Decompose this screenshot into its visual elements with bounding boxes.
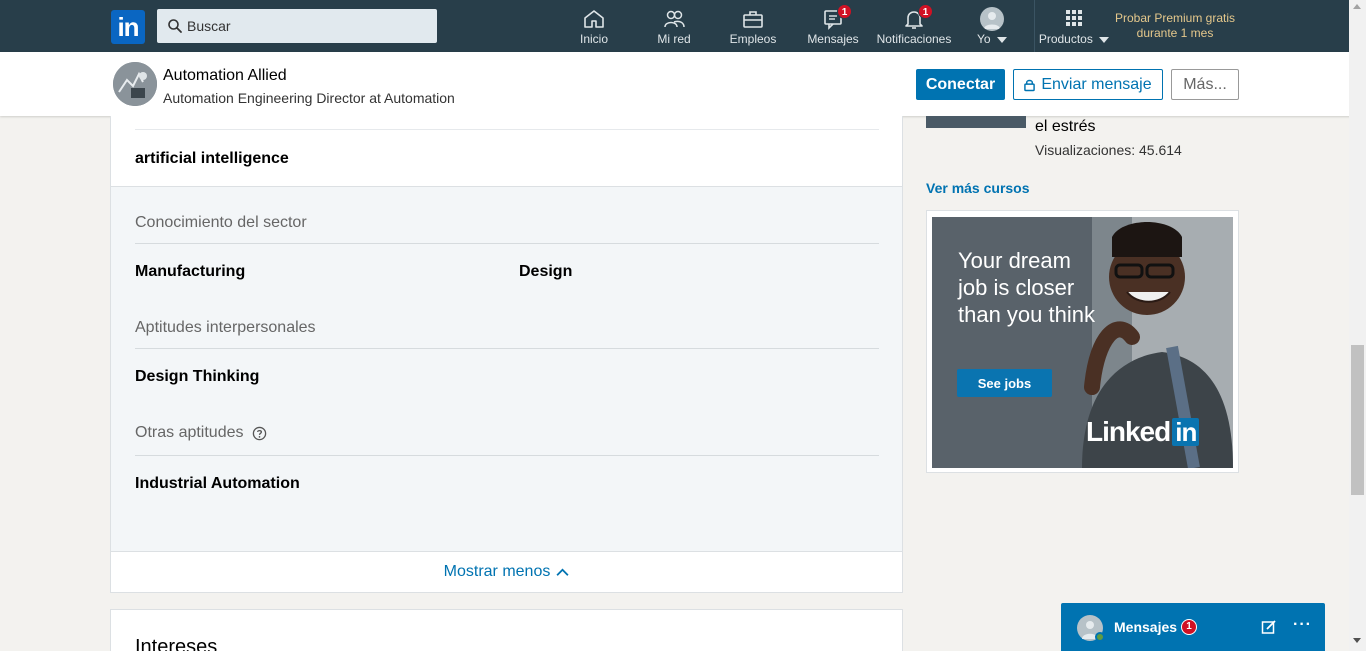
chevron-up-icon xyxy=(556,568,569,576)
more-actions-button[interactable]: Más... xyxy=(1171,69,1239,100)
notifications-badge: 1 xyxy=(918,4,933,19)
nav-divider xyxy=(1034,0,1035,52)
divider xyxy=(135,348,879,349)
nav-label-home: Inicio xyxy=(579,32,608,46)
nav-item-jobs[interactable]: Empleos xyxy=(728,5,778,51)
home-icon xyxy=(584,10,604,28)
messaging-overlay-bar[interactable]: Mensajes 1 ··· xyxy=(1061,603,1325,651)
profile-headline: Automation Engineering Director at Autom… xyxy=(163,90,455,106)
premium-line-1: Probar Premium gratis xyxy=(1114,11,1236,25)
divider xyxy=(135,129,879,130)
search-icon xyxy=(168,19,182,33)
grid-icon xyxy=(1066,10,1082,26)
interests-card: Intereses xyxy=(110,609,903,651)
nav-item-notifications[interactable]: 1 Notificaciones xyxy=(874,4,954,51)
nav-label-products-wrap: Productos xyxy=(1036,32,1112,46)
top-navigation-bar: in Inicio Mi red Empleos xyxy=(0,0,1366,52)
interests-title: Intereses xyxy=(135,636,218,651)
help-icon[interactable] xyxy=(252,426,267,441)
nav-label-me-wrap: Yo xyxy=(972,32,1012,46)
briefcase-icon xyxy=(743,11,763,28)
divider xyxy=(135,243,879,244)
nav-item-network[interactable]: Mi red xyxy=(649,5,699,51)
skill-artificial-intelligence[interactable]: artificial intelligence xyxy=(135,150,289,168)
skills-card: artificial intelligence Conocimiento del… xyxy=(110,116,903,593)
see-more-courses-link[interactable]: Ver más cursos xyxy=(926,180,1030,196)
skill-design[interactable]: Design xyxy=(519,263,572,281)
page-scrollbar[interactable] xyxy=(1349,0,1366,651)
send-message-label: Enviar mensaje xyxy=(1041,75,1152,93)
show-less-label: Mostrar menos xyxy=(443,563,551,580)
ad-image: Your dream job is closer than you think … xyxy=(932,217,1233,468)
category-title-other-skills: Otras aptitudes xyxy=(135,424,267,442)
nav-item-me[interactable]: Yo xyxy=(972,5,1012,51)
nav-label-messages: Mensajes xyxy=(807,32,859,46)
category-title-industry-knowledge: Conocimiento del sector xyxy=(135,214,307,231)
profile-name: Automation Allied xyxy=(163,67,287,84)
compose-icon[interactable] xyxy=(1261,619,1277,635)
profile-photo[interactable] xyxy=(113,62,157,106)
scrollbar-thumb[interactable] xyxy=(1351,345,1364,495)
ad-brand-linked: Linked xyxy=(1086,416,1171,447)
online-status-dot xyxy=(1095,632,1105,642)
show-less-button[interactable]: Mostrar menos xyxy=(111,552,902,592)
linkedin-logo[interactable]: in xyxy=(111,10,145,44)
nav-item-products[interactable]: Productos xyxy=(1036,5,1112,51)
messaging-label: Mensajes xyxy=(1114,619,1178,635)
nav-label-notifications: Notificaciones xyxy=(876,32,952,46)
category-title-other-skills-label: Otras aptitudes xyxy=(135,424,244,441)
course-title[interactable]: el estrés xyxy=(1035,118,1095,136)
chevron-down-icon xyxy=(1099,36,1110,43)
skill-industrial-automation[interactable]: Industrial Automation xyxy=(135,475,300,493)
lock-icon xyxy=(1024,79,1036,91)
divider xyxy=(135,455,879,456)
category-title-interpersonal-skills: Aptitudes interpersonales xyxy=(135,319,316,336)
job-ad-banner[interactable]: Your dream job is closer than you think … xyxy=(926,210,1239,473)
nav-label-products: Productos xyxy=(1038,32,1093,46)
search-input[interactable] xyxy=(187,18,417,34)
nav-item-messages[interactable]: 1 Mensajes xyxy=(806,4,860,51)
skill-design-thinking[interactable]: Design Thinking xyxy=(135,368,259,386)
ad-brand-in: in xyxy=(1172,418,1200,446)
skill-manufacturing[interactable]: Manufacturing xyxy=(135,263,245,281)
more-options-icon[interactable]: ··· xyxy=(1293,616,1312,634)
send-message-button[interactable]: Enviar mensaje xyxy=(1013,69,1163,100)
bell-icon: 1 xyxy=(901,4,933,31)
connect-button[interactable]: Conectar xyxy=(916,69,1005,100)
premium-line-2: durante 1 mes xyxy=(1136,26,1214,40)
messaging-badge: 1 xyxy=(1181,619,1197,635)
nav-label-me: Yo xyxy=(977,32,991,46)
search-box[interactable] xyxy=(157,9,437,43)
network-icon xyxy=(664,10,685,28)
ad-headline: Your dream job is closer than you think xyxy=(958,248,1095,327)
skills-expanded-section: Conocimiento del sector Manufacturing De… xyxy=(111,186,902,552)
see-jobs-button[interactable]: See jobs xyxy=(957,369,1052,397)
nav-label-jobs: Empleos xyxy=(729,32,777,46)
chevron-down-icon xyxy=(996,36,1007,43)
scroll-up-arrow-icon[interactable] xyxy=(1353,4,1361,9)
course-views: Visualizaciones: 45.614 xyxy=(1035,142,1182,158)
course-thumbnail[interactable] xyxy=(926,116,1026,128)
messages-icon: 1 xyxy=(820,4,852,31)
premium-trial-link[interactable]: Probar Premium gratis durante 1 mes xyxy=(1110,11,1240,41)
linkedin-ad-logo: Linked in xyxy=(1086,416,1200,448)
avatar-icon xyxy=(980,7,1004,31)
nav-label-network: Mi red xyxy=(657,32,691,46)
nav-item-home[interactable]: Inicio xyxy=(574,5,614,51)
scroll-down-arrow-icon[interactable] xyxy=(1353,638,1361,643)
messages-badge: 1 xyxy=(837,4,852,19)
